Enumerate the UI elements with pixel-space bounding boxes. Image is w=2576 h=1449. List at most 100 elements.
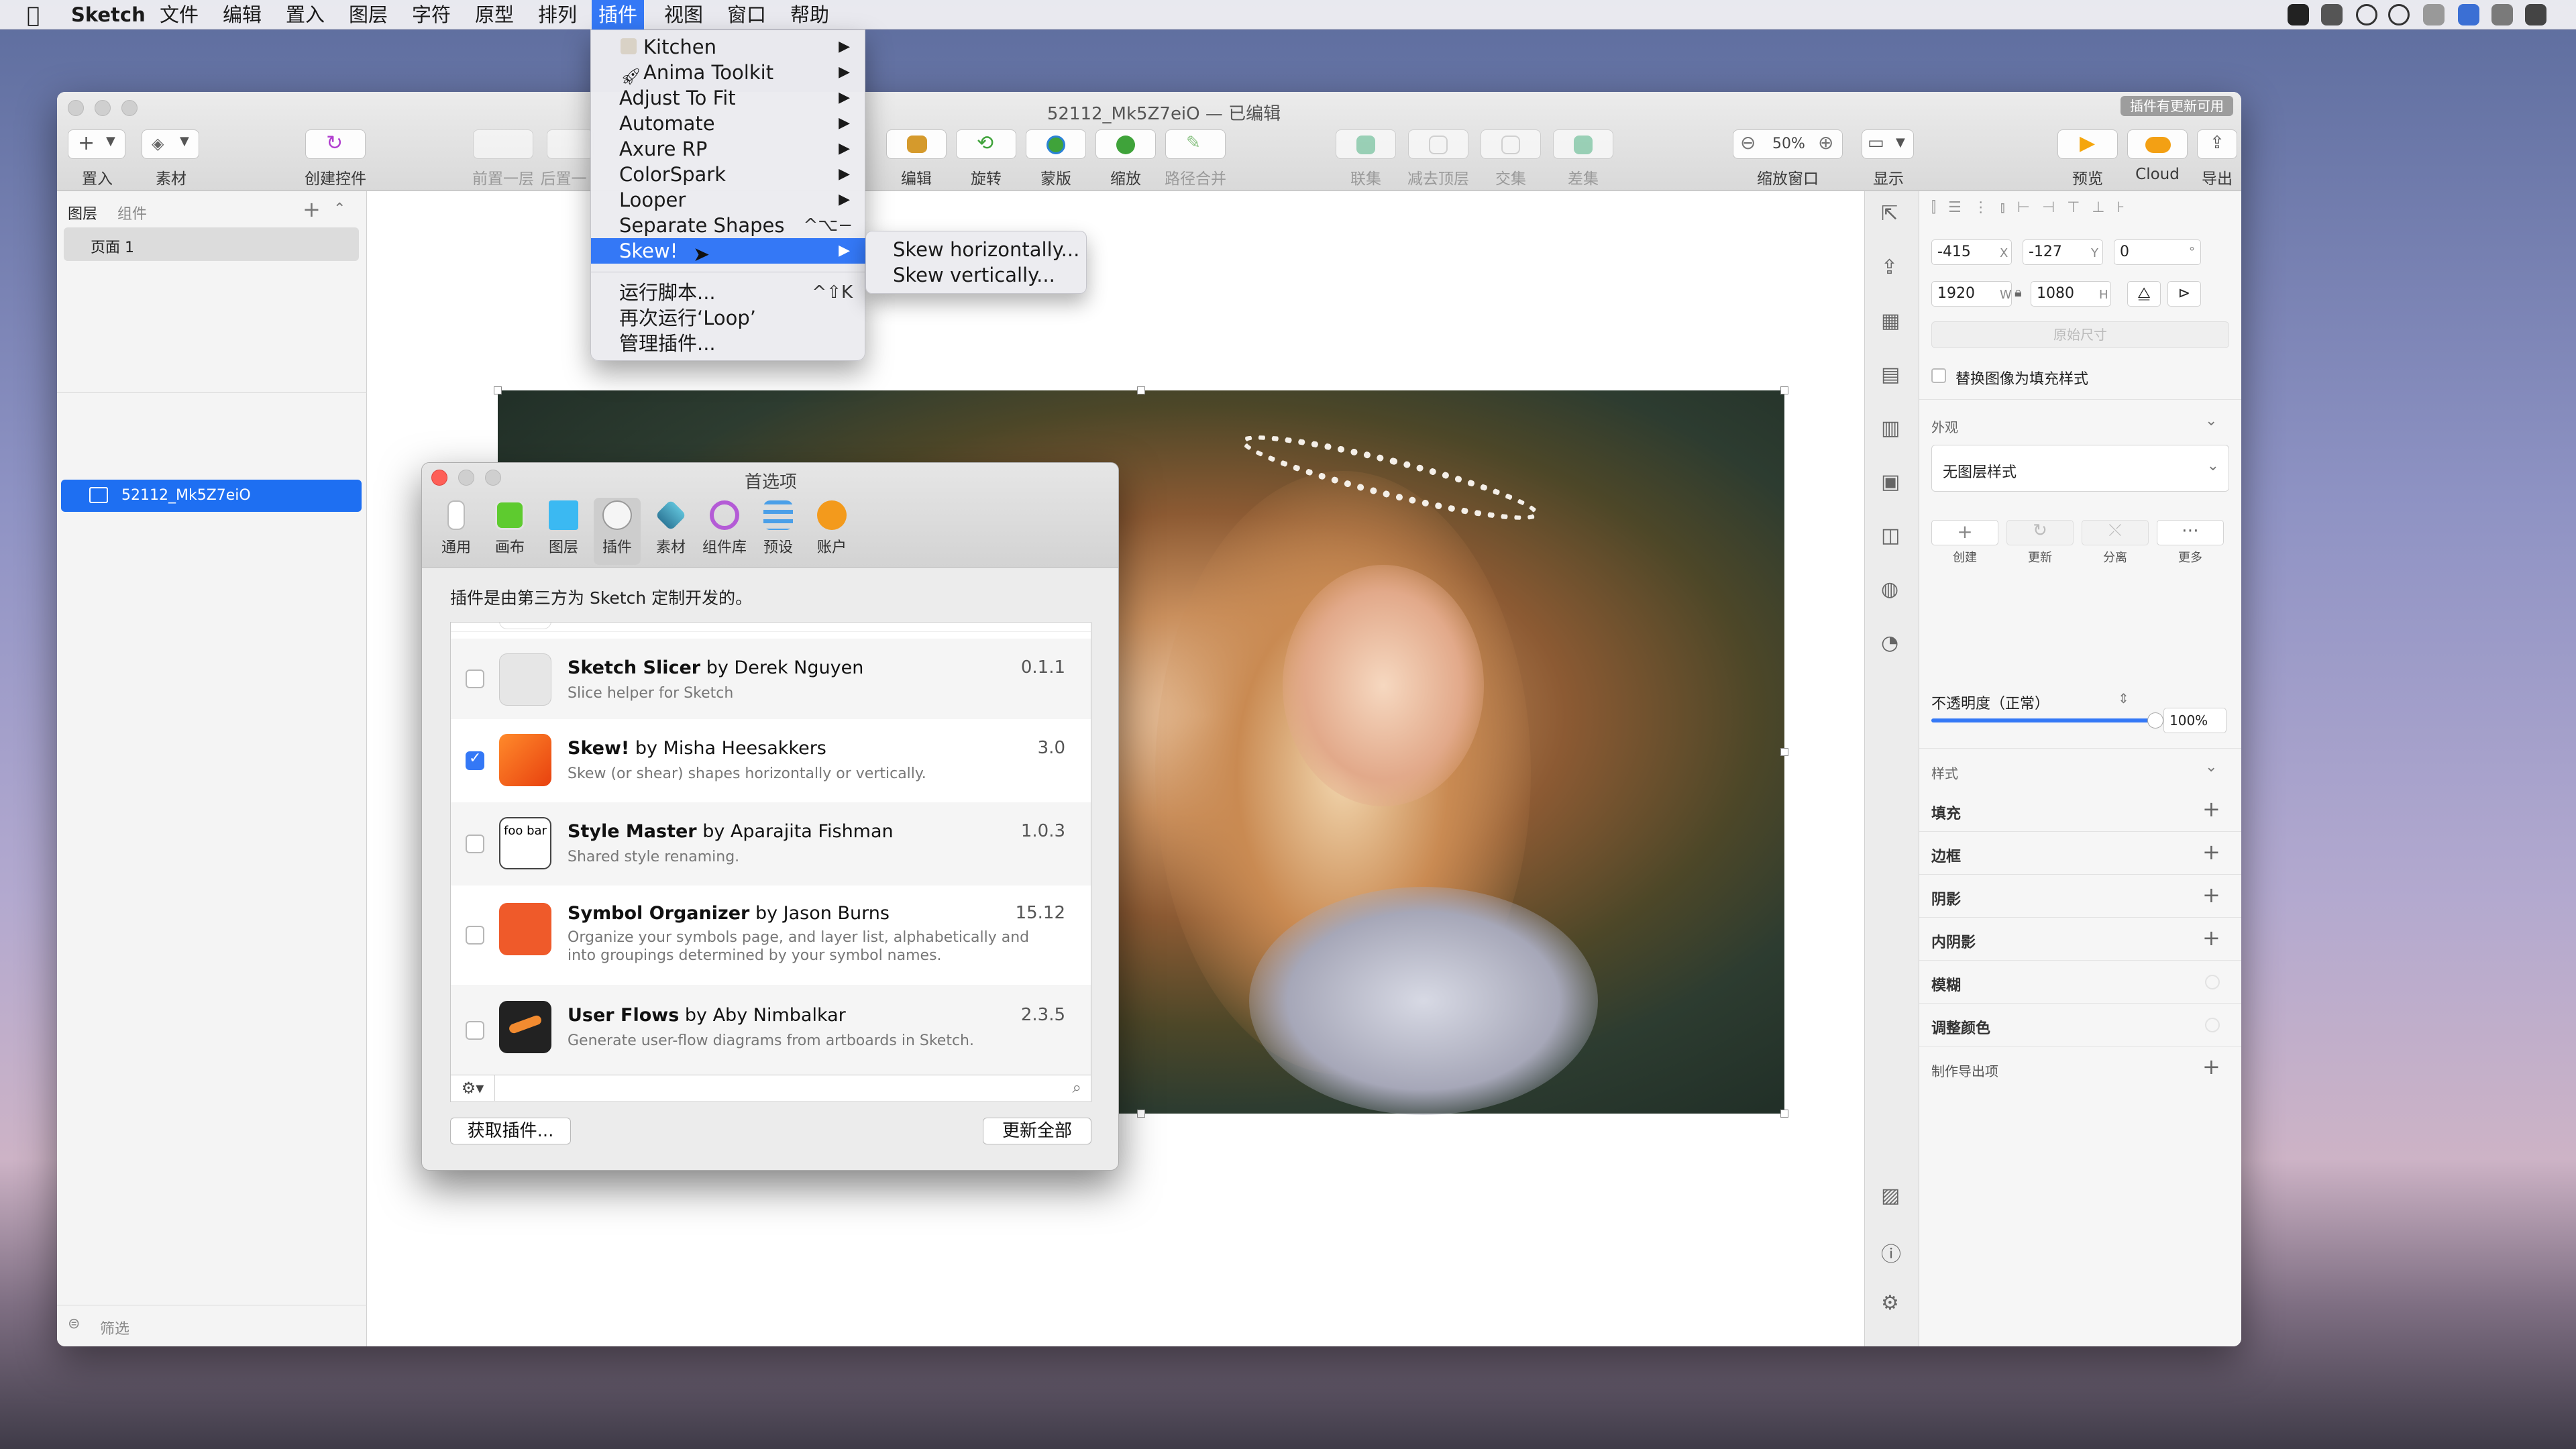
zoom-control[interactable]: ⊖ 50% ⊕ <box>1733 129 1843 159</box>
panel-icon[interactable]: ▣ <box>1881 470 1900 494</box>
zoom-in-icon[interactable]: ⊕ <box>1818 131 1833 154</box>
tab-account[interactable]: 账户 <box>808 498 855 565</box>
menu-item-manage[interactable]: 管理插件... <box>591 331 866 356</box>
assets-button[interactable]: ◈ ▼ <box>142 129 199 159</box>
collapse-icon[interactable]: ⌃ <box>333 201 345 217</box>
preview-button[interactable]: ▶ <box>2057 129 2118 159</box>
help-icon[interactable]: ⓘ <box>1881 1238 1901 1267</box>
edit-button[interactable] <box>886 129 947 159</box>
resize-handle-bottom[interactable] <box>1137 1110 1145 1118</box>
layer-style-select[interactable]: 无图层样式 ⌄ <box>1931 445 2229 492</box>
list-item[interactable]: Sketch Slicer by Derek Nguyen Slice help… <box>451 639 1091 719</box>
create-style-button[interactable]: + <box>1931 520 1998 545</box>
menu-edit[interactable]: 编辑 <box>223 0 262 30</box>
align-icons[interactable]: ⫿☰⋮⫾⊢⊣⊤⊥⊦ <box>1931 199 2226 219</box>
screen-tray-icon[interactable] <box>2321 4 2343 25</box>
tab-layers[interactable]: 图层 <box>68 202 97 223</box>
menu-item-kitchen[interactable]: Kitchen ▶ <box>591 34 866 60</box>
flatten-button[interactable]: ✎ <box>1165 129 1226 159</box>
intersect-button[interactable] <box>1481 129 1541 159</box>
menu-item-run-script[interactable]: 运行脚本... ^⇧K <box>591 280 866 305</box>
minimize-window-button[interactable] <box>95 100 111 116</box>
add-page-icon[interactable]: + <box>303 197 321 222</box>
list-item[interactable]: ✓ Skew! by Misha Heesakkers Skew (or she… <box>451 719 1091 802</box>
backward-button[interactable] <box>547 129 594 159</box>
subtract-button[interactable] <box>1408 129 1468 159</box>
list-item[interactable]: foo bar Style Master by Aparajita Fishma… <box>451 802 1091 885</box>
updown-icon[interactable]: ⇕ <box>2118 690 2129 706</box>
add-border-icon[interactable]: + <box>2202 839 2220 865</box>
plugin-checkbox[interactable] <box>466 835 484 853</box>
list-item[interactable]: Symbol Organizer by Jason Burns Organize… <box>451 885 1091 985</box>
plugin-checkbox[interactable] <box>466 669 484 688</box>
menu-item-adjust-to-fit[interactable]: Adjust To Fit ▶ <box>591 85 866 111</box>
rotate-button[interactable]: ⟲ <box>956 129 1016 159</box>
opacity-slider-knob[interactable] <box>2147 712 2163 729</box>
menu-item-colorspark[interactable]: ColorSpark ▶ <box>591 162 866 187</box>
tab-layers[interactable]: 图层 <box>540 498 587 565</box>
adjust-color-toggle[interactable] <box>2205 1018 2220 1032</box>
display-button[interactable]: ▭ ▼ <box>1862 129 1914 159</box>
detach-style-button[interactable]: ⤬ <box>2082 520 2149 545</box>
menu-arrange[interactable]: 排列 <box>538 0 577 30</box>
menu-item-looper[interactable]: Looper ▶ <box>591 187 866 213</box>
lock-icon[interactable]: 🔒︎ <box>2015 284 2022 300</box>
tab-libraries[interactable]: 组件库 <box>701 498 748 565</box>
list-item[interactable]: User Flows by Aby Nimbalkar Generate use… <box>451 985 1091 1075</box>
plugin-checkbox-checked[interactable]: ✓ <box>466 750 484 770</box>
mask-button[interactable] <box>1026 129 1086 159</box>
update-style-button[interactable]: ↻ <box>2006 520 2074 545</box>
inspect-icon[interactable]: ⇱ <box>1881 202 1898 225</box>
replace-fill-checkbox[interactable] <box>1931 368 1946 383</box>
menu-item-skew[interactable]: Skew! ▶ ➤ <box>591 238 866 266</box>
add-inner-shadow-icon[interactable]: + <box>2202 925 2220 951</box>
menu-file[interactable]: 文件 <box>160 0 199 30</box>
font-tray-icon[interactable] <box>2356 4 2377 25</box>
vectorize-tray-icon[interactable] <box>2288 4 2309 25</box>
get-plugins-button[interactable]: 获取插件... <box>450 1118 571 1144</box>
tab-assets[interactable]: 素材 <box>647 498 694 565</box>
opacity-field[interactable]: 100% <box>2163 708 2226 733</box>
wifi-tray-icon[interactable] <box>2491 4 2513 25</box>
tab-canvas[interactable]: 画布 <box>486 498 533 565</box>
plugin-checkbox[interactable] <box>466 926 484 945</box>
opacity-slider-track[interactable] <box>1931 712 2163 729</box>
menu-item-rerun[interactable]: 再次运行‘Loop’ <box>591 305 866 331</box>
resize-handle-tl[interactable] <box>494 386 502 394</box>
tab-general[interactable]: 通用 <box>433 498 480 565</box>
tab-components[interactable]: 组件 <box>117 202 147 223</box>
layout-icon[interactable]: ▥ <box>1881 417 1900 440</box>
menu-plugins[interactable]: 插件 <box>592 0 645 30</box>
palette-icon[interactable]: ◍ <box>1881 578 1898 601</box>
close-window-button[interactable] <box>68 100 84 116</box>
layer-row[interactable]: 52112_Mk5Z7eiO <box>61 480 362 512</box>
cloud-button[interactable] <box>2127 129 2188 159</box>
update-badge[interactable]: 插件有更新可用 <box>2121 96 2233 116</box>
chevron-down-icon[interactable]: ⌄ <box>2205 413 2217 429</box>
menu-insert[interactable]: 置入 <box>286 0 325 30</box>
list-tray-icon[interactable] <box>2423 4 2445 25</box>
filter-icon[interactable]: ⊜ <box>68 1316 80 1332</box>
menu-app-name[interactable]: Sketch <box>71 0 146 30</box>
plugin-list[interactable]: Sketch Slicer by Derek Nguyen Slice help… <box>450 622 1091 1075</box>
flip-vertical-icon[interactable]: ⊳ <box>2167 281 2201 307</box>
more-style-button[interactable]: ⋯ <box>2157 520 2224 545</box>
headphones-tray-icon[interactable] <box>2388 4 2410 25</box>
gear-icon[interactable]: ⚙▾ <box>451 1075 495 1101</box>
add-fill-icon[interactable]: + <box>2202 796 2220 822</box>
menu-text[interactable]: 字符 <box>412 0 451 30</box>
gift-icon[interactable]: ▨ <box>1881 1184 1900 1208</box>
zoom-window-button[interactable] <box>121 100 138 116</box>
menu-item-separate-shapes[interactable]: Separate Shapes ^⌥− <box>591 213 866 238</box>
rotation-field[interactable]: 0 <box>2114 239 2201 265</box>
tab-presets[interactable]: 预设 <box>755 498 802 565</box>
menu-window[interactable]: 窗口 <box>727 0 766 30</box>
search-icon[interactable]: ⌕ <box>1073 1078 1081 1097</box>
menu-layer[interactable]: 图层 <box>349 0 388 30</box>
export-button[interactable]: ⇪ <box>2197 129 2237 159</box>
skew-vertical-item[interactable]: Skew vertically... <box>866 262 1087 288</box>
insert-button[interactable]: + ▼ <box>68 129 125 159</box>
original-size-button[interactable]: 原始尺寸 <box>1931 321 2229 348</box>
page-row[interactable]: 页面 1 <box>64 227 359 261</box>
plugin-checkbox[interactable] <box>466 1021 484 1040</box>
